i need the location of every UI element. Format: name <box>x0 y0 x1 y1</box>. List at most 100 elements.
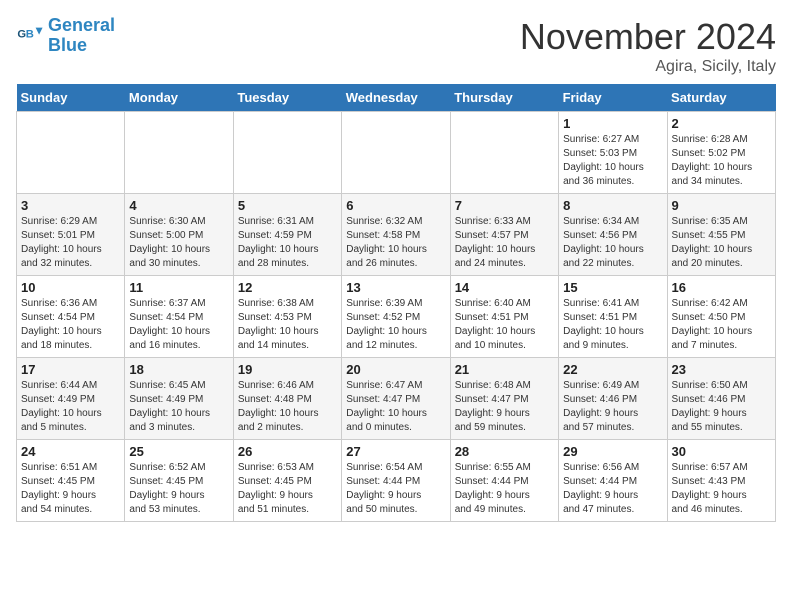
day-number: 1 <box>563 116 662 131</box>
calendar-cell: 21Sunrise: 6:48 AM Sunset: 4:47 PM Dayli… <box>450 358 558 440</box>
day-number: 10 <box>21 280 120 295</box>
header-day-sunday: Sunday <box>17 84 125 112</box>
calendar-cell: 11 Sunrise: 6:37 AM Sunset: 4:54 PM Dayli… <box>125 276 233 358</box>
day-info: Sunrise: 6:38 AM Sunset: 4:53 PM Dayligh… <box>238 297 337 353</box>
calendar-cell: 27 Sunrise: 6:54 AM Sunset: 4:44 PM Dayli… <box>342 440 450 522</box>
header-day-saturday: Saturday <box>667 84 775 112</box>
day-number: 11 <box>129 280 228 295</box>
day-info: Sunrise: 6:47 AM Sunset: 4:47 PM Dayligh… <box>346 379 445 435</box>
calendar-cell <box>17 112 125 194</box>
title-area: November 2024 Agira, Sicily, Italy <box>520 16 776 76</box>
day-number: 2 <box>672 116 771 131</box>
day-number: 18 <box>129 362 228 377</box>
day-info: Sunrise: 6:40 AM Sunset: 4:51 PM Dayligh… <box>455 297 554 353</box>
day-info: Sunrise: 6:50 AM Sunset: 4:46 PM Dayligh… <box>672 379 771 435</box>
day-info: Sunrise: 6:55 AM Sunset: 4:44 PM Dayligh… <box>455 461 554 517</box>
calendar-cell: 1 Sunrise: 6:27 AM Sunset: 5:03 PM Daylig… <box>559 112 667 194</box>
day-number: 29 <box>563 444 662 459</box>
day-info: Sunrise: 6:57 AM Sunset: 4:43 PM Dayligh… <box>672 461 771 517</box>
calendar-cell: 25 Sunrise: 6:52 AM Sunset: 4:45 PM Dayli… <box>125 440 233 522</box>
calendar-body: 1 Sunrise: 6:27 AM Sunset: 5:03 PM Daylig… <box>17 112 776 522</box>
calendar-header: SundayMondayTuesdayWednesdayThursdayFrid… <box>17 84 776 112</box>
calendar-cell: 12 Sunrise: 6:38 AM Sunset: 4:53 PM Dayli… <box>233 276 341 358</box>
day-number: 13 <box>346 280 445 295</box>
svg-text:G: G <box>17 28 26 40</box>
calendar-cell: 24Sunrise: 6:51 AM Sunset: 4:45 PM Dayli… <box>17 440 125 522</box>
day-number: 9 <box>672 198 771 213</box>
day-number: 6 <box>346 198 445 213</box>
calendar-cell: 30Sunrise: 6:57 AM Sunset: 4:43 PM Dayli… <box>667 440 775 522</box>
calendar-cell <box>450 112 558 194</box>
day-info: Sunrise: 6:51 AM Sunset: 4:45 PM Dayligh… <box>21 461 120 517</box>
day-info: Sunrise: 6:48 AM Sunset: 4:47 PM Dayligh… <box>455 379 554 435</box>
day-info: Sunrise: 6:46 AM Sunset: 4:48 PM Dayligh… <box>238 379 337 435</box>
calendar-cell: 3Sunrise: 6:29 AM Sunset: 5:01 PM Daylig… <box>17 194 125 276</box>
calendar-cell: 5Sunrise: 6:31 AM Sunset: 4:59 PM Daylig… <box>233 194 341 276</box>
logo-line2: Blue <box>48 35 87 55</box>
day-number: 14 <box>455 280 554 295</box>
calendar-cell: 6 Sunrise: 6:32 AM Sunset: 4:58 PM Daylig… <box>342 194 450 276</box>
day-info: Sunrise: 6:41 AM Sunset: 4:51 PM Dayligh… <box>563 297 662 353</box>
day-info: Sunrise: 6:53 AM Sunset: 4:45 PM Dayligh… <box>238 461 337 517</box>
day-number: 27 <box>346 444 445 459</box>
day-number: 19 <box>238 362 337 377</box>
day-number: 25 <box>129 444 228 459</box>
calendar-cell: 14 Sunrise: 6:40 AM Sunset: 4:51 PM Dayli… <box>450 276 558 358</box>
week-row-4: 24Sunrise: 6:51 AM Sunset: 4:45 PM Dayli… <box>17 440 776 522</box>
day-number: 5 <box>238 198 337 213</box>
day-info: Sunrise: 6:28 AM Sunset: 5:02 PM Dayligh… <box>672 133 771 189</box>
day-number: 22 <box>563 362 662 377</box>
week-row-1: 3Sunrise: 6:29 AM Sunset: 5:01 PM Daylig… <box>17 194 776 276</box>
header-day-thursday: Thursday <box>450 84 558 112</box>
day-info: Sunrise: 6:56 AM Sunset: 4:44 PM Dayligh… <box>563 461 662 517</box>
day-info: Sunrise: 6:35 AM Sunset: 4:55 PM Dayligh… <box>672 215 771 271</box>
day-number: 17 <box>21 362 120 377</box>
calendar-cell: 4Sunrise: 6:30 AM Sunset: 5:00 PM Daylig… <box>125 194 233 276</box>
day-info: Sunrise: 6:49 AM Sunset: 4:46 PM Dayligh… <box>563 379 662 435</box>
day-number: 12 <box>238 280 337 295</box>
day-number: 28 <box>455 444 554 459</box>
day-info: Sunrise: 6:44 AM Sunset: 4:49 PM Dayligh… <box>21 379 120 435</box>
calendar-cell <box>125 112 233 194</box>
day-number: 20 <box>346 362 445 377</box>
header-day-friday: Friday <box>559 84 667 112</box>
calendar-cell: 13 Sunrise: 6:39 AM Sunset: 4:52 PM Dayli… <box>342 276 450 358</box>
day-info: Sunrise: 6:37 AM Sunset: 4:54 PM Dayligh… <box>129 297 228 353</box>
logo-icon: G B <box>16 22 44 50</box>
calendar-cell: 28 Sunrise: 6:55 AM Sunset: 4:44 PM Dayli… <box>450 440 558 522</box>
day-info: Sunrise: 6:52 AM Sunset: 4:45 PM Dayligh… <box>129 461 228 517</box>
day-info: Sunrise: 6:34 AM Sunset: 4:56 PM Dayligh… <box>563 215 662 271</box>
day-info: Sunrise: 6:36 AM Sunset: 4:54 PM Dayligh… <box>21 297 120 353</box>
day-info: Sunrise: 6:39 AM Sunset: 4:52 PM Dayligh… <box>346 297 445 353</box>
day-number: 26 <box>238 444 337 459</box>
header-day-wednesday: Wednesday <box>342 84 450 112</box>
day-info: Sunrise: 6:27 AM Sunset: 5:03 PM Dayligh… <box>563 133 662 189</box>
day-info: Sunrise: 6:42 AM Sunset: 4:50 PM Dayligh… <box>672 297 771 353</box>
month-title: November 2024 <box>520 16 776 58</box>
day-number: 7 <box>455 198 554 213</box>
calendar-cell: 9 Sunrise: 6:35 AM Sunset: 4:55 PM Daylig… <box>667 194 775 276</box>
day-info: Sunrise: 6:33 AM Sunset: 4:57 PM Dayligh… <box>455 215 554 271</box>
day-info: Sunrise: 6:32 AM Sunset: 4:58 PM Dayligh… <box>346 215 445 271</box>
calendar-cell: 8 Sunrise: 6:34 AM Sunset: 4:56 PM Daylig… <box>559 194 667 276</box>
svg-text:B: B <box>26 28 34 40</box>
calendar-cell: 15 Sunrise: 6:41 AM Sunset: 4:51 PM Dayli… <box>559 276 667 358</box>
calendar-cell: 10 Sunrise: 6:36 AM Sunset: 4:54 PM Dayli… <box>17 276 125 358</box>
day-info: Sunrise: 6:30 AM Sunset: 5:00 PM Dayligh… <box>129 215 228 271</box>
day-info: Sunrise: 6:54 AM Sunset: 4:44 PM Dayligh… <box>346 461 445 517</box>
week-row-0: 1 Sunrise: 6:27 AM Sunset: 5:03 PM Daylig… <box>17 112 776 194</box>
calendar-cell: 22 Sunrise: 6:49 AM Sunset: 4:46 PM Dayli… <box>559 358 667 440</box>
calendar-table: SundayMondayTuesdayWednesdayThursdayFrid… <box>16 84 776 522</box>
calendar-cell: 26 Sunrise: 6:53 AM Sunset: 4:45 PM Dayli… <box>233 440 341 522</box>
day-number: 15 <box>563 280 662 295</box>
calendar-cell <box>342 112 450 194</box>
calendar-cell: 19 Sunrise: 6:46 AM Sunset: 4:48 PM Dayli… <box>233 358 341 440</box>
week-row-2: 10 Sunrise: 6:36 AM Sunset: 4:54 PM Dayli… <box>17 276 776 358</box>
day-info: Sunrise: 6:45 AM Sunset: 4:49 PM Dayligh… <box>129 379 228 435</box>
calendar-cell: 2 Sunrise: 6:28 AM Sunset: 5:02 PM Daylig… <box>667 112 775 194</box>
day-number: 8 <box>563 198 662 213</box>
calendar-cell: 23Sunrise: 6:50 AM Sunset: 4:46 PM Dayli… <box>667 358 775 440</box>
header-row: SundayMondayTuesdayWednesdayThursdayFrid… <box>17 84 776 112</box>
calendar-cell: 17 Sunrise: 6:44 AM Sunset: 4:49 PM Dayli… <box>17 358 125 440</box>
location-subtitle: Agira, Sicily, Italy <box>520 58 776 76</box>
